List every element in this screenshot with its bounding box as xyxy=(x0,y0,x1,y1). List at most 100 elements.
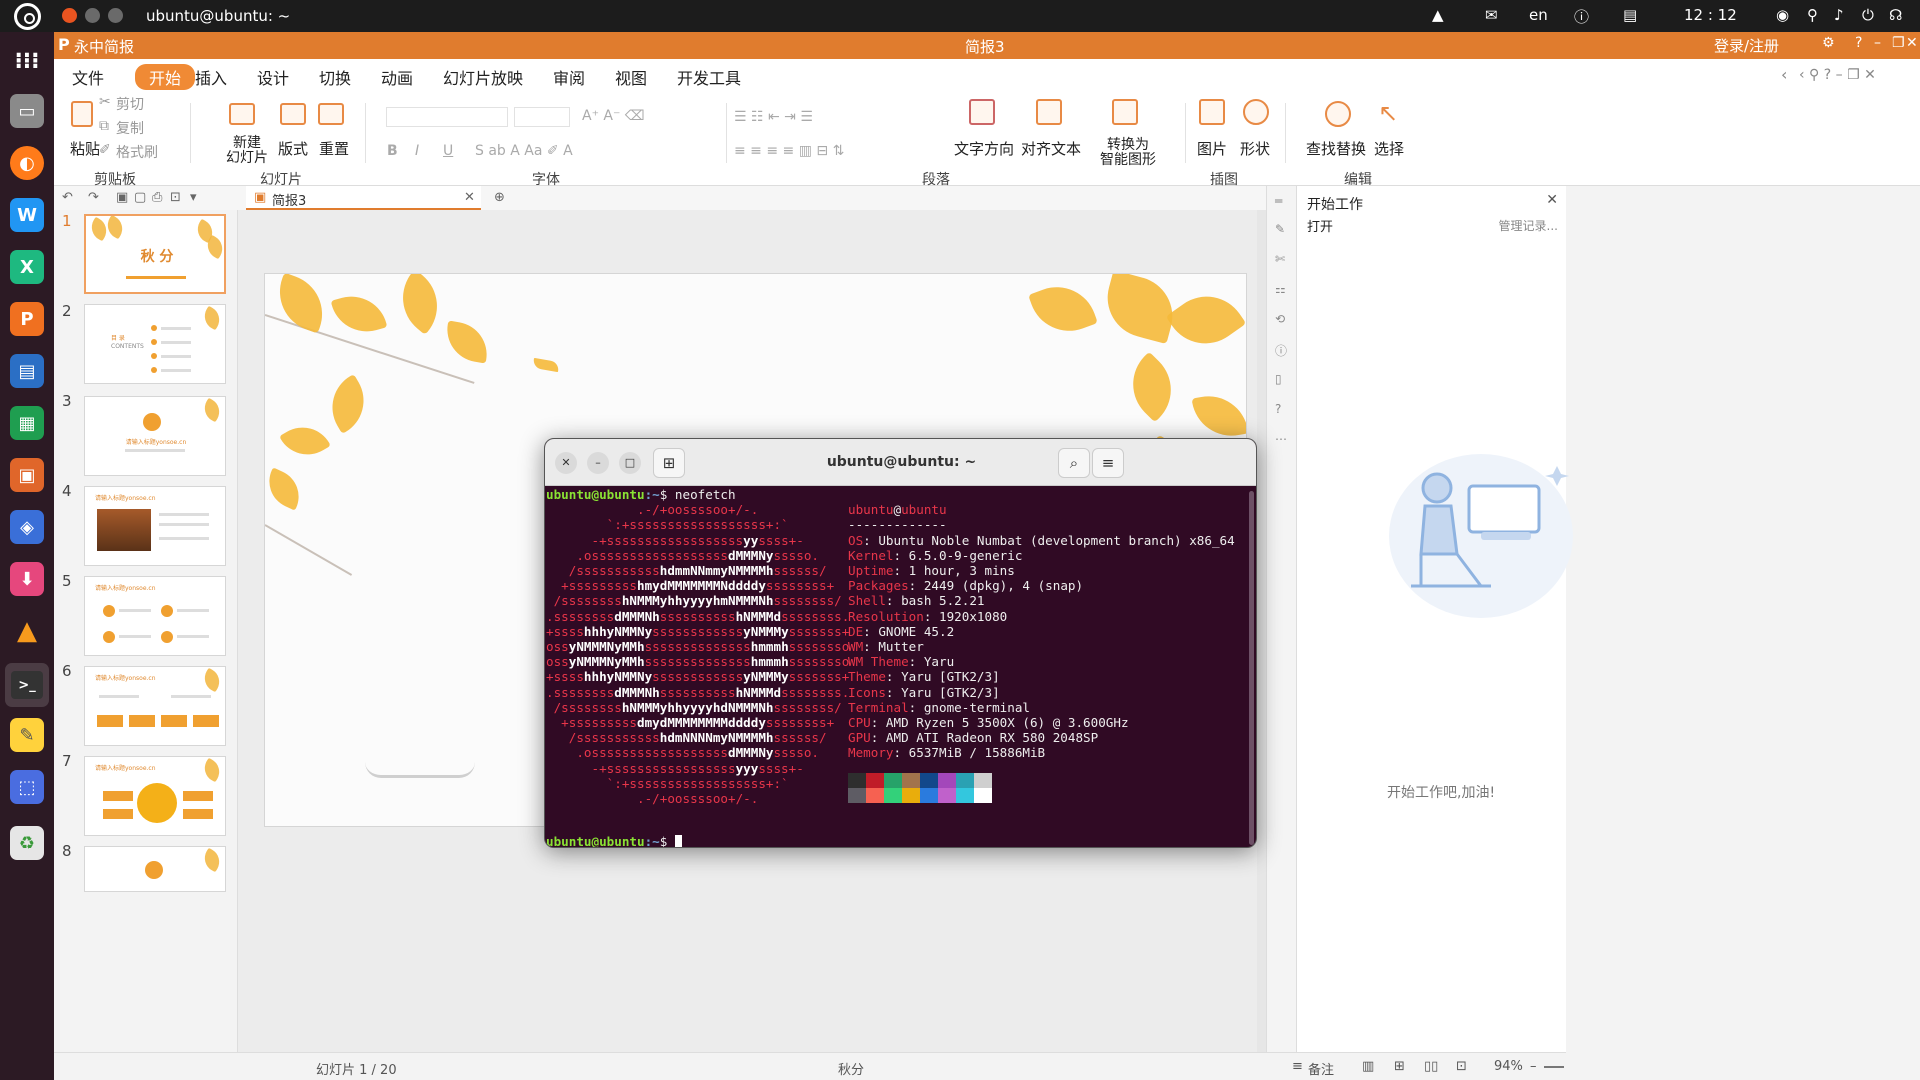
terminal-search-button[interactable]: ⌕ xyxy=(1058,448,1090,478)
minimize-window-icon[interactable] xyxy=(85,8,100,23)
login-link[interactable]: 登录/注册 xyxy=(1714,35,1779,56)
bookmark-icon[interactable]: ▯ xyxy=(1275,372,1282,386)
sorter-view-icon[interactable]: ⊞ xyxy=(1394,1059,1405,1074)
nav-icons[interactable]: ‹ ⚲ ? – ❐ ✕ xyxy=(1799,67,1876,83)
cut-button[interactable]: 剪切 xyxy=(116,94,144,114)
terminal-window[interactable]: ✕ – □ ⊞ ubuntu@ubuntu: ~ ⌕ ≡ ubuntu@ubun… xyxy=(544,438,1257,848)
bold-icon[interactable]: B xyxy=(387,143,398,159)
normal-view-icon[interactable]: ▥ xyxy=(1362,1059,1374,1074)
store-icon[interactable]: ⬇ xyxy=(10,562,44,596)
font-size-select[interactable] xyxy=(514,107,570,127)
format-painter-icon[interactable]: ✐ xyxy=(99,142,111,158)
layout-button[interactable]: 版式 xyxy=(278,138,308,159)
zoom-level[interactable]: 94% xyxy=(1494,1059,1523,1074)
menu-home[interactable]: 开始 xyxy=(135,64,196,90)
writer-icon[interactable]: W xyxy=(10,198,44,232)
notes-button[interactable]: 备注 xyxy=(1308,1059,1334,1078)
menu-insert[interactable]: 插入 xyxy=(195,65,227,89)
print-icon[interactable]: ⎙ xyxy=(152,190,162,205)
edit-icon[interactable]: ✎ xyxy=(1275,222,1285,236)
reading-view-icon[interactable]: ▯▯ xyxy=(1424,1059,1438,1074)
shape-icon[interactable] xyxy=(1243,99,1269,125)
slide-thumbnail-4[interactable]: 请输入标题yonsoe.cn xyxy=(84,486,226,566)
font-size-controls[interactable]: A⁺ A⁻ ⌫ xyxy=(582,108,645,124)
info-icon[interactable]: ⓘ xyxy=(1574,6,1589,27)
copy-icon[interactable]: ⧉ xyxy=(99,118,109,134)
zoom-out-icon[interactable]: – xyxy=(1530,1059,1537,1074)
menu-transition[interactable]: 切换 xyxy=(319,65,351,89)
screenshot-icon[interactable]: ◉ xyxy=(1776,6,1789,24)
paste-button[interactable]: 粘贴 xyxy=(70,138,100,159)
nav-back-icon[interactable]: ‹ xyxy=(1781,65,1787,84)
help-icon[interactable]: ? xyxy=(1855,35,1862,51)
italic-icon[interactable]: I xyxy=(415,143,419,159)
volume-icon[interactable]: ♪ xyxy=(1834,6,1844,24)
close-window-icon[interactable] xyxy=(62,8,77,23)
app-grid-icon[interactable]: ⁝⁝⁝ xyxy=(10,44,44,78)
new-tab-icon[interactable]: ⊕ xyxy=(494,190,505,205)
help-circle-icon[interactable]: ? xyxy=(1275,402,1281,416)
screenshot-app-icon[interactable]: ⬚ xyxy=(10,770,44,804)
underline-icon[interactable]: U xyxy=(443,143,453,159)
mail-icon[interactable]: ✉ xyxy=(1485,6,1498,24)
components-icon[interactable]: ⚏ xyxy=(1275,282,1286,296)
spreadsheet-app-icon[interactable]: ▦ xyxy=(10,406,44,440)
panel-close-icon[interactable]: ✕ xyxy=(1546,192,1558,208)
picture-icon[interactable] xyxy=(1199,99,1225,125)
document-app-icon[interactable]: ▤ xyxy=(10,354,44,388)
notes-icon[interactable]: ≡ xyxy=(1292,1059,1303,1074)
shape-button[interactable]: 形状 xyxy=(1240,138,1270,159)
settings-icon[interactable]: ⚙ xyxy=(1822,35,1835,51)
text-direction-button[interactable]: 文字方向 xyxy=(954,138,1014,159)
new-slide-button[interactable]: 新建 幻灯片 xyxy=(226,136,268,166)
input-language[interactable]: en xyxy=(1529,6,1548,24)
menu-animation[interactable]: 动画 xyxy=(381,65,413,89)
accessibility-icon[interactable]: ☊ xyxy=(1889,6,1902,24)
presentation-icon[interactable]: P xyxy=(10,302,44,336)
font-family-select[interactable] xyxy=(386,107,508,127)
menu-file[interactable]: 文件 xyxy=(72,65,104,89)
restore-icon[interactable]: ❐ xyxy=(1892,35,1905,51)
reset-icon[interactable] xyxy=(318,103,344,125)
sheets-icon[interactable]: X xyxy=(10,250,44,284)
format-painter-button[interactable]: 格式刷 xyxy=(116,142,158,162)
document-tab[interactable]: ▣ 简报3 ✕ xyxy=(246,186,481,210)
align-icons[interactable]: ≡ ≡ ≡ ≡ ▥ ⊟ ⇅ xyxy=(734,143,844,159)
network-icon[interactable]: ⚲ xyxy=(1807,6,1818,24)
slide-thumbnail-1[interactable]: 秋 分 xyxy=(84,214,226,294)
list-icons[interactable]: ☰ ☷ ⇤ ⇥ ☰ xyxy=(734,109,813,125)
select-cursor-icon[interactable]: ↖ xyxy=(1378,99,1398,127)
font-format-icons[interactable]: S ab A Aa ✐ A xyxy=(475,143,573,159)
slide-thumbnail-6[interactable]: 请输入标题yonsoe.cn xyxy=(84,666,226,746)
clock[interactable]: 12 : 12 xyxy=(1684,6,1737,24)
text-direction-icon[interactable] xyxy=(969,99,995,125)
find-replace-button[interactable]: 查找替换 xyxy=(1306,138,1366,159)
redo-icon[interactable]: ↷ xyxy=(88,190,99,205)
slide-thumbnail-7[interactable]: 请输入标题yonsoe.cn xyxy=(84,756,226,836)
new-slide-icon[interactable] xyxy=(229,103,255,125)
panel-splitter[interactable] xyxy=(237,210,245,1052)
menu-slideshow[interactable]: 幻灯片放映 xyxy=(443,65,523,89)
zoom-slider[interactable] xyxy=(1544,1066,1564,1068)
vlc-icon[interactable]: ▲ xyxy=(10,614,44,648)
reset-button[interactable]: 重置 xyxy=(319,138,349,159)
menu-review[interactable]: 审阅 xyxy=(553,65,585,89)
collapse-icon[interactable]: ═ xyxy=(1275,194,1282,208)
terminal-menu-button[interactable]: ≡ xyxy=(1092,448,1124,478)
slides-app-icon[interactable]: ▣ xyxy=(10,458,44,492)
files-icon[interactable]: ▭ xyxy=(10,94,44,128)
terminal-output[interactable]: ubuntu@ubuntu:~$ neofetch .-/+oossssoo+/… xyxy=(545,487,1245,847)
office-suite-icon[interactable]: ◈ xyxy=(10,510,44,544)
canvas-vertical-scrollbar[interactable] xyxy=(1257,210,1266,1052)
slide-thumbnail-3[interactable]: 请输入标题yonsoe.cn xyxy=(84,396,226,476)
open-link[interactable]: 打开 xyxy=(1307,216,1333,235)
customize-icon[interactable]: ▾ xyxy=(190,190,197,205)
select-button[interactable]: 选择 xyxy=(1374,138,1404,159)
text-editor-icon[interactable]: ✎ xyxy=(10,718,44,752)
power-icon[interactable]: ⏻ xyxy=(1862,6,1874,24)
firefox-icon[interactable]: ◐ xyxy=(10,146,44,180)
menu-developer[interactable]: 开发工具 xyxy=(677,65,741,89)
manage-records-link[interactable]: 管理记录... xyxy=(1499,217,1558,234)
picture-button[interactable]: 图片 xyxy=(1197,138,1227,159)
copy-button[interactable]: 复制 xyxy=(116,118,144,138)
